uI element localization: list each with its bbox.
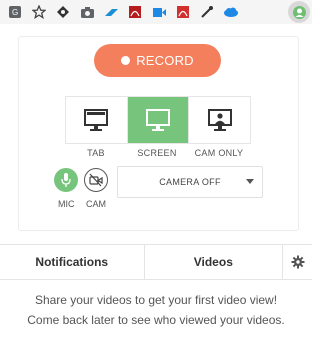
record-button[interactable]: RECORD — [94, 44, 221, 77]
camera-select[interactable]: CAMERA OFF — [117, 166, 263, 198]
message-line-2: Come back later to see who viewed your v… — [27, 313, 285, 327]
monitor-screen-icon — [146, 109, 170, 131]
cam-label: CAM — [86, 199, 106, 209]
recorder-extension-icon[interactable] — [288, 1, 310, 23]
mode-tab-button[interactable] — [66, 97, 128, 143]
mic-label: MIC — [58, 199, 75, 209]
eyedropper-icon[interactable] — [198, 3, 216, 21]
camera-select-value: CAMERA OFF — [159, 177, 221, 187]
bottom-tabs: Notifications Videos — [0, 244, 312, 280]
svg-text:G: G — [12, 8, 18, 17]
record-label: RECORD — [136, 53, 194, 68]
mode-tab-label: TAB — [87, 148, 105, 158]
translate-icon[interactable]: G — [6, 3, 24, 21]
monitor-tab-icon — [84, 109, 109, 131]
record-dot-icon — [121, 56, 131, 65]
chevron-down-icon — [246, 179, 254, 184]
mode-cam-only-button[interactable] — [189, 97, 250, 143]
mode-cam-only-label: CAM ONLY — [194, 148, 244, 158]
empty-state-message: Share your videos to get your first vide… — [0, 290, 312, 330]
pdf-icon[interactable] — [174, 3, 192, 21]
gear-icon — [291, 255, 305, 269]
tab-videos[interactable]: Videos — [145, 245, 284, 279]
mic-toggle[interactable] — [54, 168, 78, 192]
star-icon[interactable] — [30, 3, 48, 21]
tab-notifications[interactable]: Notifications — [0, 245, 145, 279]
video-icon[interactable] — [150, 3, 168, 21]
camera-icon[interactable] — [78, 3, 96, 21]
mode-screen-button[interactable] — [127, 97, 190, 143]
camera-off-icon — [89, 173, 103, 187]
message-line-1: Share your videos to get your first vide… — [34, 293, 278, 307]
cloud-icon[interactable] — [222, 3, 240, 21]
microphone-icon — [61, 173, 71, 187]
monitor-person-icon — [207, 109, 232, 131]
cam-toggle[interactable] — [84, 168, 108, 192]
capture-mode-group — [65, 96, 251, 144]
settings-button[interactable] — [283, 245, 312, 279]
puzzle-icon[interactable] — [54, 3, 72, 21]
mode-screen-label: SCREEN — [137, 148, 177, 158]
arrow-icon[interactable] — [102, 3, 120, 21]
browser-toolbar: G — [0, 0, 312, 24]
pdf-icon[interactable] — [126, 3, 144, 21]
